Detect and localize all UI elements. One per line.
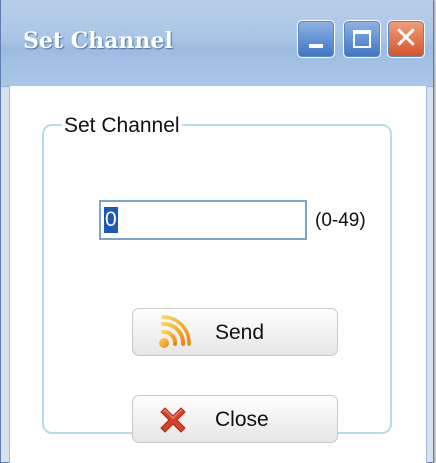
maximize-button[interactable]: [343, 20, 381, 58]
window-close-button[interactable]: ✕: [387, 20, 425, 58]
window-title: Set Channel: [23, 28, 173, 54]
minimize-button[interactable]: [297, 20, 335, 58]
title-bar[interactable]: Set Channel ✕: [1, 0, 433, 87]
send-button[interactable]: Send: [132, 308, 338, 356]
channel-input[interactable]: [99, 200, 307, 240]
send-button-label: Send: [215, 321, 265, 344]
range-hint: (0-49): [315, 210, 366, 231]
group-legend: Set Channel: [62, 114, 182, 138]
dialog-body: Set Channel 0 (0-49) Sen: [9, 86, 427, 463]
close-button[interactable]: Close: [132, 395, 338, 443]
signal-icon: [159, 315, 191, 348]
maximize-icon: [353, 30, 371, 48]
selected-text: 0: [104, 207, 118, 233]
close-icon: ✕: [393, 21, 419, 56]
red-x-icon: [160, 407, 186, 433]
minimize-icon: [309, 44, 323, 48]
set-channel-window: Set Channel ✕ Set Channel 0 (0-49): [0, 0, 434, 463]
close-button-label: Close: [215, 408, 269, 431]
set-channel-group: Set Channel 0 (0-49) Sen: [42, 114, 392, 443]
